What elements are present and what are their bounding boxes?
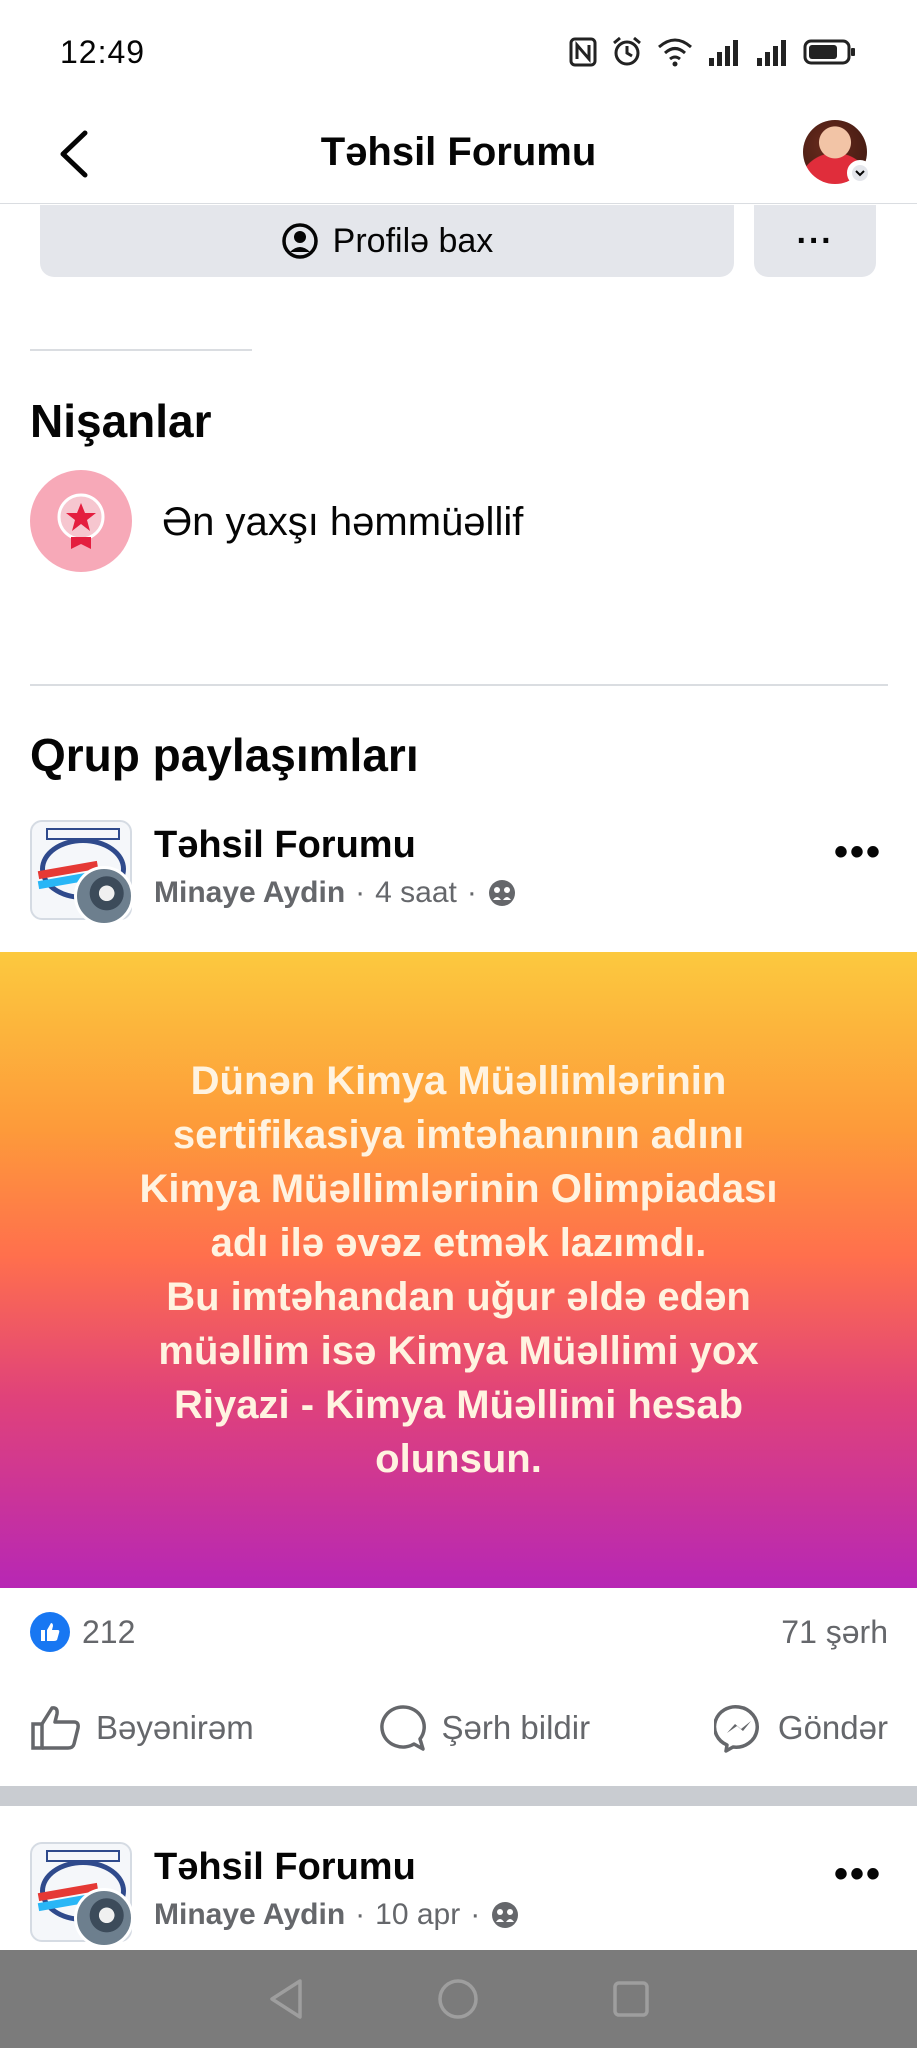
post-time[interactable]: 4 saat bbox=[375, 876, 457, 910]
author-avatar[interactable] bbox=[74, 1888, 134, 1948]
post-header: Təhsil Forumu Minaye Aydin · 4 saat · ••… bbox=[30, 820, 888, 930]
post-more-button[interactable]: ••• bbox=[834, 830, 882, 875]
send-button[interactable]: Göndər bbox=[713, 1703, 888, 1753]
app-header: Təhsil Forumu bbox=[0, 104, 917, 204]
wifi-icon bbox=[657, 35, 693, 69]
star-badge-icon[interactable] bbox=[30, 470, 132, 572]
triangle-back-icon bbox=[270, 1979, 302, 2019]
comment-icon bbox=[379, 1705, 426, 1751]
meta-dot: · bbox=[355, 876, 366, 909]
author-avatar[interactable] bbox=[74, 866, 134, 926]
post-actions: Bəyənirəm Şərh bildir Göndər bbox=[30, 1690, 888, 1766]
post-meta: Minaye Aydin · 4 saat · bbox=[154, 876, 517, 910]
like-button[interactable]: Bəyənirəm bbox=[30, 1704, 254, 1752]
divider bbox=[30, 684, 888, 686]
square-recents-icon bbox=[613, 1981, 649, 2017]
profile-circle-icon bbox=[281, 223, 318, 259]
circle-home-icon bbox=[438, 1979, 479, 2019]
badge-label: Ən yaxşı həmmüəllif bbox=[162, 500, 524, 544]
send-label: Göndər bbox=[777, 1709, 888, 1746]
nav-back-button[interactable] bbox=[261, 1974, 311, 2024]
nav-recents-button[interactable] bbox=[606, 1974, 656, 2024]
view-profile-label: Profilə bax bbox=[332, 221, 494, 260]
meta-dot: · bbox=[355, 1898, 366, 1931]
post-group-name[interactable]: Təhsil Forumu bbox=[154, 824, 416, 867]
post-author[interactable]: Minaye Aydin bbox=[154, 1898, 345, 1932]
nav-home-button[interactable] bbox=[433, 1974, 483, 2024]
page-title: Təhsil Forumu bbox=[320, 130, 597, 174]
like-reaction-icon[interactable] bbox=[30, 1612, 70, 1652]
group-privacy-icon bbox=[492, 1902, 519, 1928]
post-meta: Minaye Aydin · 10 apr · bbox=[154, 1898, 520, 1932]
meta-dot: · bbox=[470, 1898, 481, 1931]
messenger-icon bbox=[713, 1704, 759, 1753]
status-icons bbox=[569, 34, 857, 70]
comment-count[interactable]: 71 şərh bbox=[781, 1614, 888, 1651]
post-text: Dünən Kimya Müəllimlərinin sertifikasiya… bbox=[139, 1059, 778, 1481]
post-author[interactable]: Minaye Aydin bbox=[154, 876, 345, 910]
post-separator bbox=[0, 1786, 917, 1806]
comment-button[interactable]: Şərh bildir bbox=[378, 1703, 591, 1753]
status-bar: 12:49 bbox=[0, 0, 917, 104]
post-time[interactable]: 10 apr bbox=[375, 1898, 460, 1932]
badges-title: Nişanlar bbox=[30, 395, 212, 447]
post-group-name[interactable]: Təhsil Forumu bbox=[154, 1846, 416, 1889]
profile-actions: Profilə bax ··· bbox=[40, 205, 876, 277]
signal-icon bbox=[707, 35, 741, 69]
more-options-button[interactable]: ··· bbox=[754, 205, 876, 277]
like-label: Bəyənirəm bbox=[96, 1709, 254, 1746]
nfc-icon bbox=[569, 35, 597, 69]
post-header: Təhsil Forumu Minaye Aydin · 10 apr · ••… bbox=[30, 1842, 888, 1952]
meta-dot: · bbox=[466, 876, 477, 909]
comment-label: Şərh bildir bbox=[441, 1709, 591, 1746]
chevron-down-icon[interactable] bbox=[847, 160, 873, 186]
system-nav-bar bbox=[0, 1950, 917, 2048]
reactions-bar: 212 71 şərh bbox=[30, 1606, 888, 1656]
signal-icon bbox=[755, 35, 789, 69]
thumbs-up-icon bbox=[31, 1706, 80, 1750]
more-label: ··· bbox=[796, 221, 834, 260]
post-text-banner[interactable]: Dünən Kimya Müəllimlərinin sertifikasiya… bbox=[0, 952, 917, 1588]
alarm-icon bbox=[611, 35, 643, 69]
post-more-button[interactable]: ••• bbox=[834, 1852, 882, 1897]
battery-icon bbox=[803, 35, 857, 69]
status-time: 12:49 bbox=[60, 34, 146, 70]
view-profile-button[interactable]: Profilə bax bbox=[40, 205, 734, 277]
like-count[interactable]: 212 bbox=[82, 1614, 135, 1651]
divider bbox=[30, 349, 252, 351]
group-posts-title: Qrup paylaşımları bbox=[30, 729, 419, 781]
group-privacy-icon bbox=[488, 880, 515, 906]
